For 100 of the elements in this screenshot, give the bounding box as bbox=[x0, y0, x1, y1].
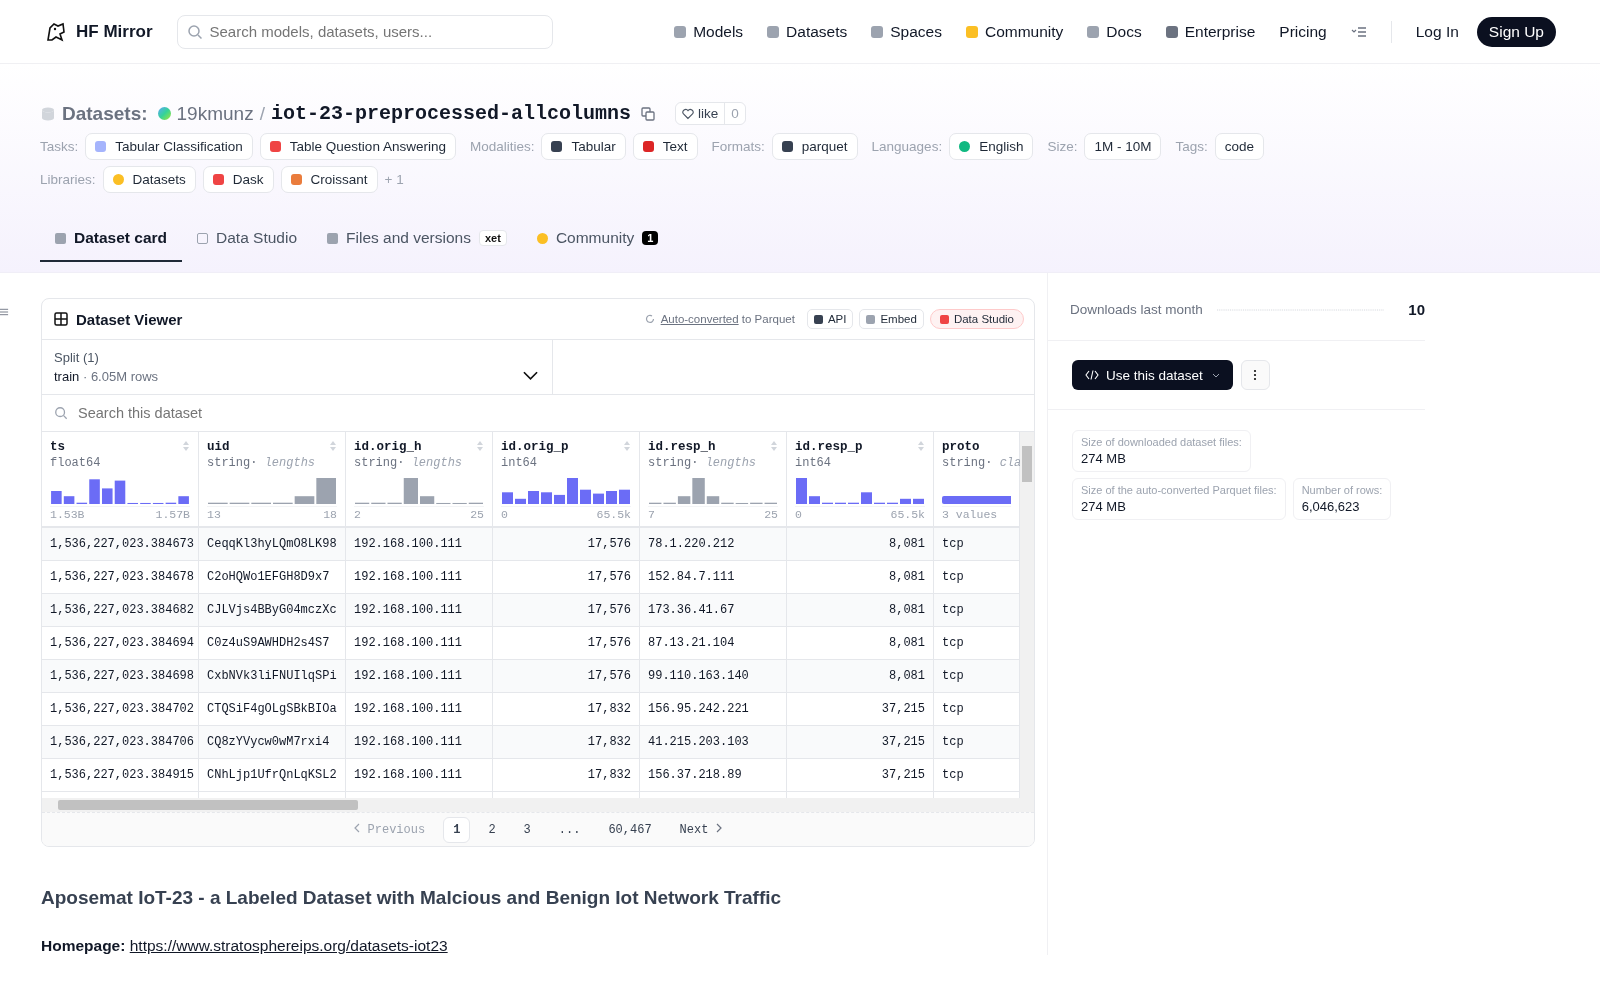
tag-chip[interactable]: Dask bbox=[202, 166, 274, 193]
tab[interactable]: Dataset card bbox=[40, 217, 183, 262]
tag-chip[interactable]: Text bbox=[632, 133, 698, 160]
sidebar-toggle-icon[interactable] bbox=[0, 307, 9, 317]
like-count: 0 bbox=[724, 103, 745, 124]
auto-converted-link[interactable]: Auto-converted bbox=[660, 313, 739, 325]
table-cell: 17,576 bbox=[493, 594, 640, 627]
nav-link[interactable]: Enterprise bbox=[1165, 22, 1256, 41]
table-cell: 17,576 bbox=[493, 528, 640, 561]
table-cell: 8,081 bbox=[787, 528, 934, 561]
dataset-name[interactable]: iot-23-preprocessed-allcolumns bbox=[270, 102, 631, 125]
nav-link[interactable]: Datasets bbox=[767, 22, 848, 41]
tag-icon bbox=[642, 141, 654, 152]
table-cell: 156.37.218.89 bbox=[640, 759, 787, 792]
search-icon bbox=[186, 23, 203, 40]
sort-icon[interactable] bbox=[917, 440, 925, 452]
copy-icon[interactable] bbox=[641, 106, 655, 121]
table-cell: 37,215 bbox=[787, 726, 934, 759]
tag-chip[interactable]: Tabular bbox=[541, 133, 626, 160]
like-button[interactable]: like bbox=[676, 103, 725, 124]
tag-icon bbox=[269, 141, 281, 152]
viewer-button[interactable]: Embed bbox=[859, 309, 924, 329]
nav-link[interactable]: Community bbox=[965, 22, 1064, 41]
sort-icon[interactable] bbox=[770, 440, 778, 452]
table-cell: 1,536,227,023.384682 bbox=[42, 594, 199, 627]
tag-chip[interactable]: 1M - 10M bbox=[1084, 133, 1162, 160]
tab-icon bbox=[197, 232, 209, 244]
tag-chip[interactable]: parquet bbox=[771, 133, 858, 160]
tab[interactable]: Files and versions xet bbox=[312, 217, 522, 262]
more-options-button[interactable] bbox=[1240, 360, 1270, 390]
vertical-scrollbar[interactable] bbox=[1020, 432, 1034, 798]
nav-link[interactable]: Models bbox=[674, 22, 744, 41]
table-cell: CeqqKl3hyLQmO8LK98 bbox=[199, 528, 346, 561]
table-icon bbox=[54, 312, 68, 326]
signup-button[interactable]: Sign Up bbox=[1476, 16, 1556, 47]
nav-link[interactable]: Docs bbox=[1087, 22, 1142, 41]
button-icon bbox=[866, 314, 876, 324]
table-cell: 1,536,227,023.384915 bbox=[42, 759, 199, 792]
tag-icon bbox=[112, 174, 124, 185]
stat-card: Number of rows: 6,046,623 bbox=[1292, 478, 1392, 520]
chevron-left-icon bbox=[353, 822, 360, 833]
table-cell: 17,832 bbox=[493, 726, 640, 759]
table-cell: 173.36.41.67 bbox=[640, 594, 787, 627]
viewer-button[interactable]: Data Studio bbox=[929, 309, 1024, 329]
page-link[interactable]: 3 bbox=[513, 816, 541, 843]
tab-badge: 1 bbox=[642, 231, 659, 245]
tag-chip[interactable]: Tabular Classification bbox=[85, 133, 253, 160]
table-cell: 192.168.100.111 bbox=[346, 726, 493, 759]
button-icon bbox=[813, 314, 823, 324]
page-link[interactable]: 1 bbox=[443, 816, 471, 843]
nav-link[interactable]: Spaces bbox=[871, 22, 942, 41]
sort-icon[interactable] bbox=[623, 440, 631, 452]
tag-chip[interactable]: Datasets bbox=[102, 166, 196, 193]
viewer-button[interactable]: API bbox=[806, 309, 854, 329]
tag-icon bbox=[959, 141, 971, 152]
tag-icon bbox=[781, 141, 793, 152]
table-cell: 99.110.163.140 bbox=[640, 660, 787, 693]
table-cell: 8,081 bbox=[787, 660, 934, 693]
sort-icon[interactable] bbox=[476, 440, 484, 452]
section-label[interactable]: Datasets: bbox=[62, 102, 148, 125]
homepage-link[interactable]: https://www.stratosphereips.org/datasets-iot23 bbox=[129, 937, 448, 954]
tab[interactable]: Community 1 bbox=[521, 217, 674, 262]
brand-name[interactable]: HF Mirror bbox=[76, 21, 153, 42]
page-link[interactable]: 60,467 bbox=[598, 816, 662, 843]
stat-card: Size of downloaded dataset files: 274 MB bbox=[1072, 430, 1251, 472]
code-icon bbox=[1085, 370, 1099, 380]
horizontal-scrollbar[interactable] bbox=[42, 798, 1034, 812]
login-link[interactable]: Log In bbox=[1415, 22, 1459, 41]
nav-icon bbox=[871, 25, 884, 38]
database-icon bbox=[40, 105, 56, 122]
homepage-label: Homepage: bbox=[41, 937, 126, 954]
use-dataset-button[interactable]: Use this dataset bbox=[1072, 360, 1233, 390]
tag-group-label: Size: bbox=[1047, 139, 1078, 154]
nav-link[interactable]: Pricing bbox=[1279, 22, 1327, 41]
next-link[interactable]: Next bbox=[669, 816, 741, 843]
table-cell: 17,832 bbox=[493, 759, 640, 792]
owner-link[interactable]: 19kmunz bbox=[176, 102, 254, 125]
table-cell: CQ8zYVycw0wM7rxi4 bbox=[199, 726, 346, 759]
tag-chip[interactable]: Table Question Answering bbox=[259, 133, 456, 160]
sort-icon[interactable] bbox=[329, 440, 337, 452]
tag-chip[interactable]: code bbox=[1214, 133, 1264, 160]
table-cell: 1,536,227,023.384706 bbox=[42, 726, 199, 759]
table-cell: CxbNVk3liFNUIlqSPi bbox=[199, 660, 346, 693]
tag-icon bbox=[212, 174, 224, 185]
table-cell: 1,536,227,023.384673 bbox=[42, 528, 199, 561]
heart-icon bbox=[682, 107, 694, 120]
tab[interactable]: Data Studio bbox=[182, 217, 313, 262]
nav-icon bbox=[1165, 25, 1178, 38]
search-field[interactable]: Search models, datasets, users... bbox=[176, 14, 553, 49]
tag-group-label: Languages: bbox=[871, 139, 943, 154]
page-link[interactable]: ... bbox=[548, 816, 591, 843]
split-dropdown[interactable]: Split (1) train · 6.05M rows bbox=[42, 340, 553, 394]
card-heading: Aposemat IoT-23 - a Labeled Dataset with Malcious and Benign Iot Network Traffic bbox=[41, 887, 783, 909]
table-cell: CNhLjp1UfrQnLqKSL2 bbox=[199, 759, 346, 792]
page-link[interactable]: 2 bbox=[478, 816, 506, 843]
tag-chip[interactable]: English bbox=[949, 133, 1034, 160]
tab-badge: xet bbox=[478, 230, 507, 246]
tag-group-label: Modalities: bbox=[469, 139, 535, 154]
sort-icon[interactable] bbox=[182, 440, 190, 452]
tag-chip[interactable]: Croissant bbox=[280, 166, 378, 193]
